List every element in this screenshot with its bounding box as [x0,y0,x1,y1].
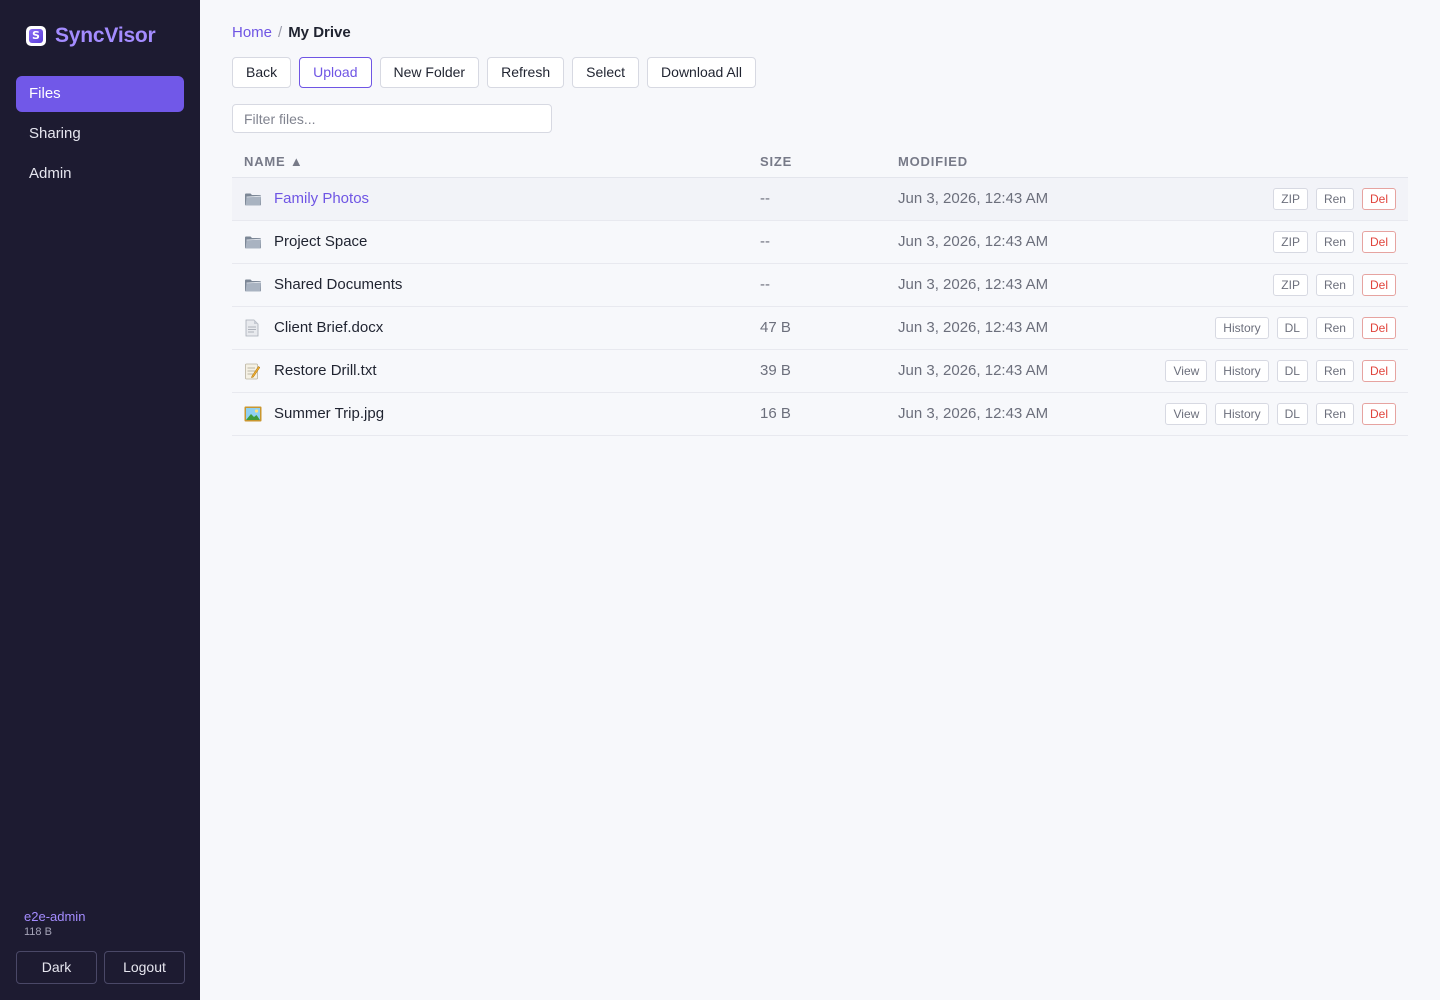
file-size: 39 B [760,362,791,379]
app-logo-letter: S [29,29,43,43]
app-name: SyncVisor [55,24,156,47]
back-button[interactable]: Back [232,57,292,88]
file-size: 16 B [760,405,791,422]
file-size: -- [760,190,770,207]
del-action-button[interactable]: Del [1361,317,1396,339]
toolbar: Back Upload New Folder Refresh Select Do… [232,57,756,88]
row-actions: History DL Ren Del [1215,307,1396,349]
file-modified: Jun 3, 2026, 12:43 AM [898,319,1049,336]
user-name: e2e-admin [24,909,86,924]
dl-action-button[interactable]: DL [1276,317,1308,339]
row-actions: View History DL Ren Del [1165,393,1396,435]
sidebar: S SyncVisor Files Sharing Admin e2e-admi… [0,0,200,1000]
upload-button[interactable]: Upload [299,57,372,88]
file-name[interactable]: Restore Drill.txt [274,350,377,392]
image-icon [244,393,262,435]
file-name[interactable]: Shared Documents [274,264,402,306]
download-all-button[interactable]: Download All [647,57,756,88]
new-folder-button[interactable]: New Folder [379,57,480,88]
sidebar-item-admin[interactable]: Admin [16,156,184,192]
ren-action-button[interactable]: Ren [1315,360,1354,382]
storage-usage: 118 B [24,926,52,938]
breadcrumb-home[interactable]: Home [232,24,272,41]
file-name[interactable]: Family Photos [274,178,369,220]
file-name[interactable]: Summer Trip.jpg [274,393,384,435]
ren-action-button[interactable]: Ren [1315,403,1354,425]
column-header-size[interactable]: SIZE [760,154,792,169]
table-row[interactable]: Family Photos -- Jun 3, 2026, 12:43 AM ZIP R… [232,178,1408,221]
file-size: -- [760,276,770,293]
dl-action-button[interactable]: DL [1276,403,1308,425]
file-modified: Jun 3, 2026, 12:43 AM [898,362,1049,379]
file-name[interactable]: Project Space [274,221,367,263]
sidebar-item-files[interactable]: Files [16,76,184,112]
file-modified: Jun 3, 2026, 12:43 AM [898,276,1049,293]
file-modified: Jun 3, 2026, 12:43 AM [898,190,1049,207]
del-action-button[interactable]: Del [1361,403,1396,425]
dl-action-button[interactable]: DL [1276,360,1308,382]
user-info: e2e-admin 118 B [24,909,85,939]
theme-toggle-button[interactable]: Dark [16,951,97,984]
history-action-button[interactable]: History [1215,360,1269,382]
folder-icon [244,178,262,220]
brand[interactable]: S SyncVisor [26,24,156,48]
memo-icon [244,350,262,392]
del-action-button[interactable]: Del [1361,360,1396,382]
row-actions: ZIP Ren Del [1273,178,1396,220]
row-actions: ZIP Ren Del [1273,264,1396,306]
table-row[interactable]: Client Brief.docx 47 B Jun 3, 2026, 12:43 … [232,307,1408,350]
refresh-button[interactable]: Refresh [487,57,565,88]
row-actions: ZIP Ren Del [1273,221,1396,263]
table-row[interactable]: Shared Documents -- Jun 3, 2026, 12:43 AM Z… [232,264,1408,307]
document-icon [244,307,262,349]
select-button[interactable]: Select [572,57,640,88]
ren-action-button[interactable]: Ren [1315,188,1354,210]
table-row[interactable]: Project Space -- Jun 3, 2026, 12:43 AM ZIP R… [232,221,1408,264]
column-header-name[interactable]: NAME ▲ [244,154,304,169]
breadcrumb-separator: / [278,24,283,41]
history-action-button[interactable]: History [1215,403,1269,425]
file-modified: Jun 3, 2026, 12:43 AM [898,405,1049,422]
table-row[interactable]: Summer Trip.jpg 16 B Jun 3, 2026, 12:43 AM… [232,393,1408,436]
table-header: NAME ▲ SIZE MODIFIED [232,145,1408,178]
file-table: NAME ▲ SIZE MODIFIED Family Photos -- Jun … [232,145,1408,436]
del-action-button[interactable]: Del [1361,188,1396,210]
view-action-button[interactable]: View [1165,403,1208,425]
sidebar-item-sharing[interactable]: Sharing [16,116,184,152]
ren-action-button[interactable]: Ren [1315,274,1354,296]
file-size: -- [760,233,770,250]
table-body: Family Photos -- Jun 3, 2026, 12:43 AM ZIP R… [232,178,1408,436]
zip-action-button[interactable]: ZIP [1273,274,1308,296]
folder-icon [244,264,262,306]
folder-icon [244,221,262,263]
history-action-button[interactable]: History [1215,317,1269,339]
table-row[interactable]: Restore Drill.txt 39 B Jun 3, 2026, 12:43 … [232,350,1408,393]
filter-input[interactable] [232,104,552,133]
file-modified: Jun 3, 2026, 12:43 AM [898,233,1049,250]
logout-button[interactable]: Logout [104,951,185,984]
app-logo-icon: S [26,26,46,46]
ren-action-button[interactable]: Ren [1315,317,1354,339]
column-header-modified[interactable]: MODIFIED [898,154,968,169]
view-action-button[interactable]: View [1165,360,1208,382]
file-size: 47 B [760,319,791,336]
breadcrumb: Home / My Drive [232,24,351,41]
zip-action-button[interactable]: ZIP [1273,231,1308,253]
row-actions: View History DL Ren Del [1165,350,1396,392]
file-name[interactable]: Client Brief.docx [274,307,383,349]
del-action-button[interactable]: Del [1361,274,1396,296]
zip-action-button[interactable]: ZIP [1273,188,1308,210]
del-action-button[interactable]: Del [1361,231,1396,253]
ren-action-button[interactable]: Ren [1315,231,1354,253]
sidebar-buttons: Dark Logout [16,951,185,984]
sidebar-nav: Files Sharing Admin [16,76,184,196]
breadcrumb-current: My Drive [288,24,351,41]
